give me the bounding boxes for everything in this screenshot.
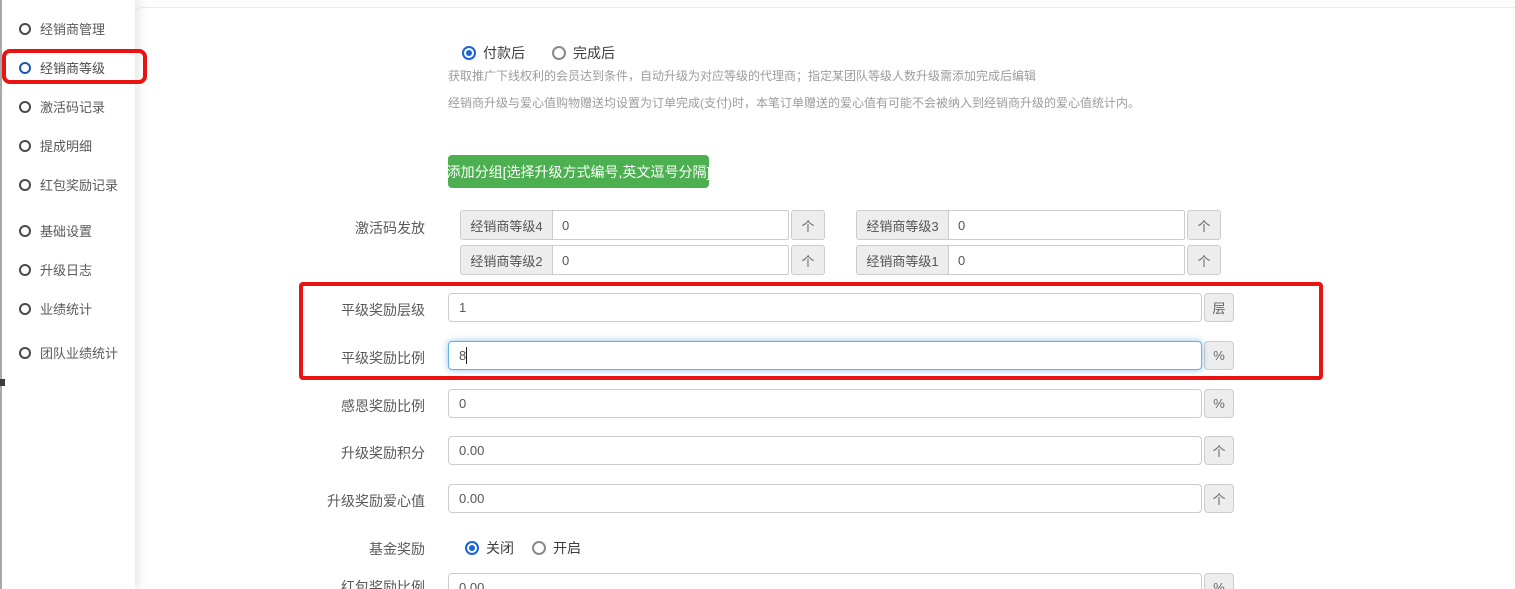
field-label-upgrade-reward-love-value: 升级奖励爱心值 [240,491,425,511]
sidebar-item-label: 提成明细 [40,136,92,155]
sidebar-item-label: 经销商等级 [40,58,105,77]
field-label-activation-codes: 激活码发放 [240,218,425,238]
circle-icon [19,101,31,113]
radio-option-on[interactable]: 开启 [532,538,581,558]
same-level-reward-ratio-input[interactable] [448,341,1202,370]
activation-group-level2: 经销商等级2 个 [460,245,825,275]
sidebar-item-commission-details[interactable]: 提成明细 [2,126,135,165]
sidebar-item-label: 经销商管理 [40,19,105,38]
circle-icon [19,303,31,315]
input-prepend-label: 经销商等级4 [460,210,553,240]
sidebar-item-performance-stats[interactable]: 业绩统计 [2,289,135,328]
activation-level2-input[interactable] [552,245,789,275]
circle-icon [19,264,31,276]
sidebar: 经销商管理 经销商等级 激活码记录 提成明细 红包奖励记录 基础设置 升级日志 [2,0,135,589]
activation-level4-input[interactable] [552,210,789,240]
radio-unchecked-icon[interactable] [532,541,546,555]
field-label-gratitude-reward-ratio: 感恩奖励比例 [240,396,425,416]
upgrade-reward-love-value-input[interactable] [448,484,1202,513]
sidebar-item-activation-code-records[interactable]: 激活码记录 [2,87,135,126]
activation-level3-input[interactable] [948,210,1185,240]
upgrade-hint-line1: 获取推广下线权利的会员达到条件，自动升级为对应等级的代理商；指定某团队等级人数升… [448,67,1036,84]
add-group-button[interactable]: 添加分组[选择升级方式编号,英文逗号分隔] [448,155,709,188]
input-unit-label: 个 [1187,210,1221,240]
sidebar-item-label: 基础设置 [40,221,92,240]
sidebar-item-label: 团队业绩统计 [40,343,118,362]
input-unit-label: 层 [1204,293,1234,322]
radio-checked-icon[interactable] [465,541,479,555]
radio-label: 付款后 [483,43,525,63]
field-label-redpacket-reward-ratio: 红包奖励比例 [240,577,425,589]
input-unit-label: % [1204,341,1234,370]
circle-icon [19,23,31,35]
sidebar-item-label: 升级日志 [40,260,92,279]
sidebar-item-label: 激活码记录 [40,97,105,116]
radio-checked-icon[interactable] [462,46,476,60]
field-label-upgrade-reward-points: 升级奖励积分 [240,443,425,463]
activation-group-level3: 经销商等级3 个 [856,210,1221,240]
radio-unchecked-icon[interactable] [552,46,566,60]
scrollbar-fragment [0,379,5,386]
radio-option-off[interactable]: 关闭 [465,538,514,558]
sidebar-item-upgrade-log[interactable]: 升级日志 [2,250,135,289]
input-prepend-label: 经销商等级3 [856,210,949,240]
upgrade-timing-radio-group: 付款后 完成后 [462,43,615,63]
input-unit-label: 个 [791,210,825,240]
circle-icon [19,140,31,152]
sidebar-item-label: 红包奖励记录 [40,175,118,194]
radio-label: 开启 [553,538,581,558]
radio-label: 关闭 [486,538,514,558]
input-unit-label: % [1204,389,1234,418]
input-prepend-label: 经销商等级1 [856,245,949,275]
input-unit-label: 个 [1187,245,1221,275]
circle-icon [19,179,31,191]
circle-icon [19,62,31,74]
window-left-edge [0,0,2,589]
circle-icon [19,225,31,237]
input-unit-label: 个 [1204,484,1234,513]
sidebar-item-basic-settings[interactable]: 基础设置 [2,211,135,250]
sidebar-item-dealer-level[interactable]: 经销商等级 [2,48,135,87]
input-unit-label: 个 [1204,436,1234,465]
input-unit-label: 个 [791,245,825,275]
radio-option-after-payment[interactable]: 付款后 [462,43,525,63]
field-label-same-level-reward-ratio: 平级奖励比例 [240,348,425,368]
field-label-fund-reward: 基金奖励 [240,539,425,559]
activation-group-level4: 经销商等级4 个 [460,210,825,240]
upgrade-reward-points-input[interactable] [448,436,1202,465]
upgrade-hint-line2: 经销商升级与爱心值购物赠送均设置为订单完成(支付)时，本笔订单赠送的爱心值有可能… [448,94,1140,111]
activation-level1-input[interactable] [948,245,1185,275]
field-label-same-level-reward-tiers: 平级奖励层级 [240,300,425,320]
sidebar-item-redpacket-reward-records[interactable]: 红包奖励记录 [2,165,135,204]
dealer-level-settings-page: 经销商管理 经销商等级 激活码记录 提成明细 红包奖励记录 基础设置 升级日志 [0,0,1515,589]
text-cursor [466,347,467,364]
sidebar-item-team-performance-stats[interactable]: 团队业绩统计 [2,333,135,372]
redpacket-reward-ratio-input[interactable] [448,573,1202,589]
input-unit-label: % [1204,573,1234,589]
radio-label: 完成后 [573,43,615,63]
sidebar-item-label: 业绩统计 [40,299,92,318]
same-level-reward-tiers-input[interactable] [448,293,1202,322]
sidebar-item-dealer-management[interactable]: 经销商管理 [2,9,135,48]
input-prepend-label: 经销商等级2 [460,245,553,275]
fund-reward-radio-group: 关闭 开启 [465,538,581,558]
circle-icon [19,347,31,359]
radio-option-after-completion[interactable]: 完成后 [552,43,615,63]
gratitude-reward-ratio-input[interactable] [448,389,1202,418]
activation-group-level1: 经销商等级1 个 [856,245,1221,275]
